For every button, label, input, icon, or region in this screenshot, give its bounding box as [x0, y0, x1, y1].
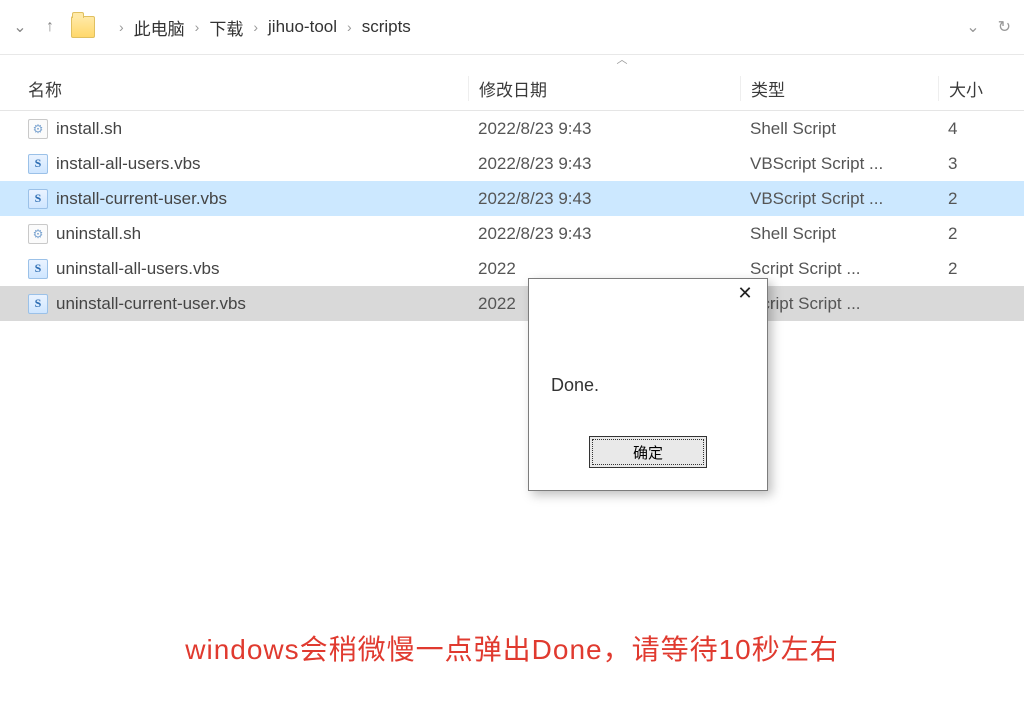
file-date: 2022: [468, 259, 740, 279]
file-type: Shell Script: [740, 224, 938, 244]
ok-button[interactable]: 确定: [589, 436, 707, 468]
file-name: uninstall-all-users.vbs: [56, 259, 219, 279]
sh-file-icon: ⚙: [28, 224, 48, 244]
address-dropdown-icon[interactable]: ⌄: [966, 17, 979, 37]
file-row[interactable]: Suninstall-current-user.vbs2022Script Sc…: [0, 286, 1024, 321]
file-type: Script Script ...: [740, 259, 938, 279]
breadcrumb-seg-2[interactable]: jihuo-tool: [268, 17, 337, 37]
chevron-right-icon: ›: [195, 19, 200, 35]
annotation-text: windows会稍微慢一点弹出Done，请等待10秒左右: [0, 628, 1024, 668]
file-row[interactable]: Suninstall-all-users.vbs 2022Script Scrip…: [0, 251, 1024, 286]
address-bar: ⌄ ↑ › 此电脑 › 下载 › jihuo-tool › scripts ⌄ …: [0, 0, 1024, 55]
refresh-icon[interactable]: ↻: [998, 17, 1011, 37]
breadcrumb-seg-0[interactable]: 此电脑: [134, 15, 185, 40]
chevron-right-icon: ›: [253, 19, 258, 35]
dialog-message: Done.: [529, 315, 767, 436]
file-name: uninstall-current-user.vbs: [56, 294, 246, 314]
column-header-type[interactable]: 类型: [740, 76, 938, 101]
file-row[interactable]: ⚙ uninstall.sh 2022/8/23 9:43Shell Script2: [0, 216, 1024, 251]
message-dialog: ✕ Done. 确定: [528, 278, 768, 491]
file-type: VBScript Script ...: [740, 189, 938, 209]
file-row[interactable]: Sinstall-all-users.vbs 2022/8/23 9:43VBSc…: [0, 146, 1024, 181]
column-header-date[interactable]: 修改日期: [468, 76, 740, 101]
file-size: 2: [938, 224, 1024, 244]
vbs-file-icon: S: [28, 189, 48, 209]
close-icon[interactable]: ✕: [723, 279, 767, 307]
file-type: Script Script ...: [740, 294, 938, 314]
column-headers: 名称 修改日期 类型 大小: [0, 67, 1024, 111]
column-header-name[interactable]: 名称: [0, 76, 468, 101]
file-name: install-current-user.vbs: [56, 189, 227, 209]
breadcrumb-seg-3[interactable]: scripts: [362, 17, 411, 37]
file-size: 3: [938, 154, 1024, 174]
file-date: 2022/8/23 9:43: [468, 119, 740, 139]
chevron-right-icon: ›: [347, 19, 352, 35]
file-date: 2022/8/23 9:43: [468, 154, 740, 174]
file-name: uninstall.sh: [56, 224, 141, 244]
file-name: install-all-users.vbs: [56, 154, 201, 174]
file-row[interactable]: ⚙ install.sh 2022/8/23 9:43Shell Script4: [0, 111, 1024, 146]
file-name: install.sh: [56, 119, 122, 139]
dialog-titlebar: ✕: [529, 279, 767, 315]
file-row[interactable]: Sinstall-current-user.vbs 2022/8/23 9:43V…: [0, 181, 1024, 216]
file-date: 2022/8/23 9:43: [468, 224, 740, 244]
breadcrumb-seg-1[interactable]: 下载: [209, 15, 243, 40]
sh-file-icon: ⚙: [28, 119, 48, 139]
file-size: 2: [938, 189, 1024, 209]
vbs-file-icon: S: [28, 294, 48, 314]
collapse-caret-icon[interactable]: ︿: [220, 55, 1024, 67]
file-type: Shell Script: [740, 119, 938, 139]
column-header-size[interactable]: 大小: [938, 76, 1024, 101]
file-type: VBScript Script ...: [740, 154, 938, 174]
folder-icon: [71, 16, 95, 38]
history-dropdown-icon[interactable]: ⌄: [5, 12, 35, 42]
vbs-file-icon: S: [28, 154, 48, 174]
chevron-right-icon: ›: [119, 19, 124, 35]
up-button[interactable]: ↑: [35, 12, 65, 42]
vbs-file-icon: S: [28, 259, 48, 279]
file-list: ⚙install.sh2022/8/23 9:43Shell Script4Si…: [0, 111, 1024, 321]
file-size: 2: [938, 259, 1024, 279]
file-date: 2022/8/23 9:43: [468, 189, 740, 209]
breadcrumb: › 此电脑 › 下载 › jihuo-tool › scripts: [109, 15, 966, 40]
file-size: 4: [938, 119, 1024, 139]
